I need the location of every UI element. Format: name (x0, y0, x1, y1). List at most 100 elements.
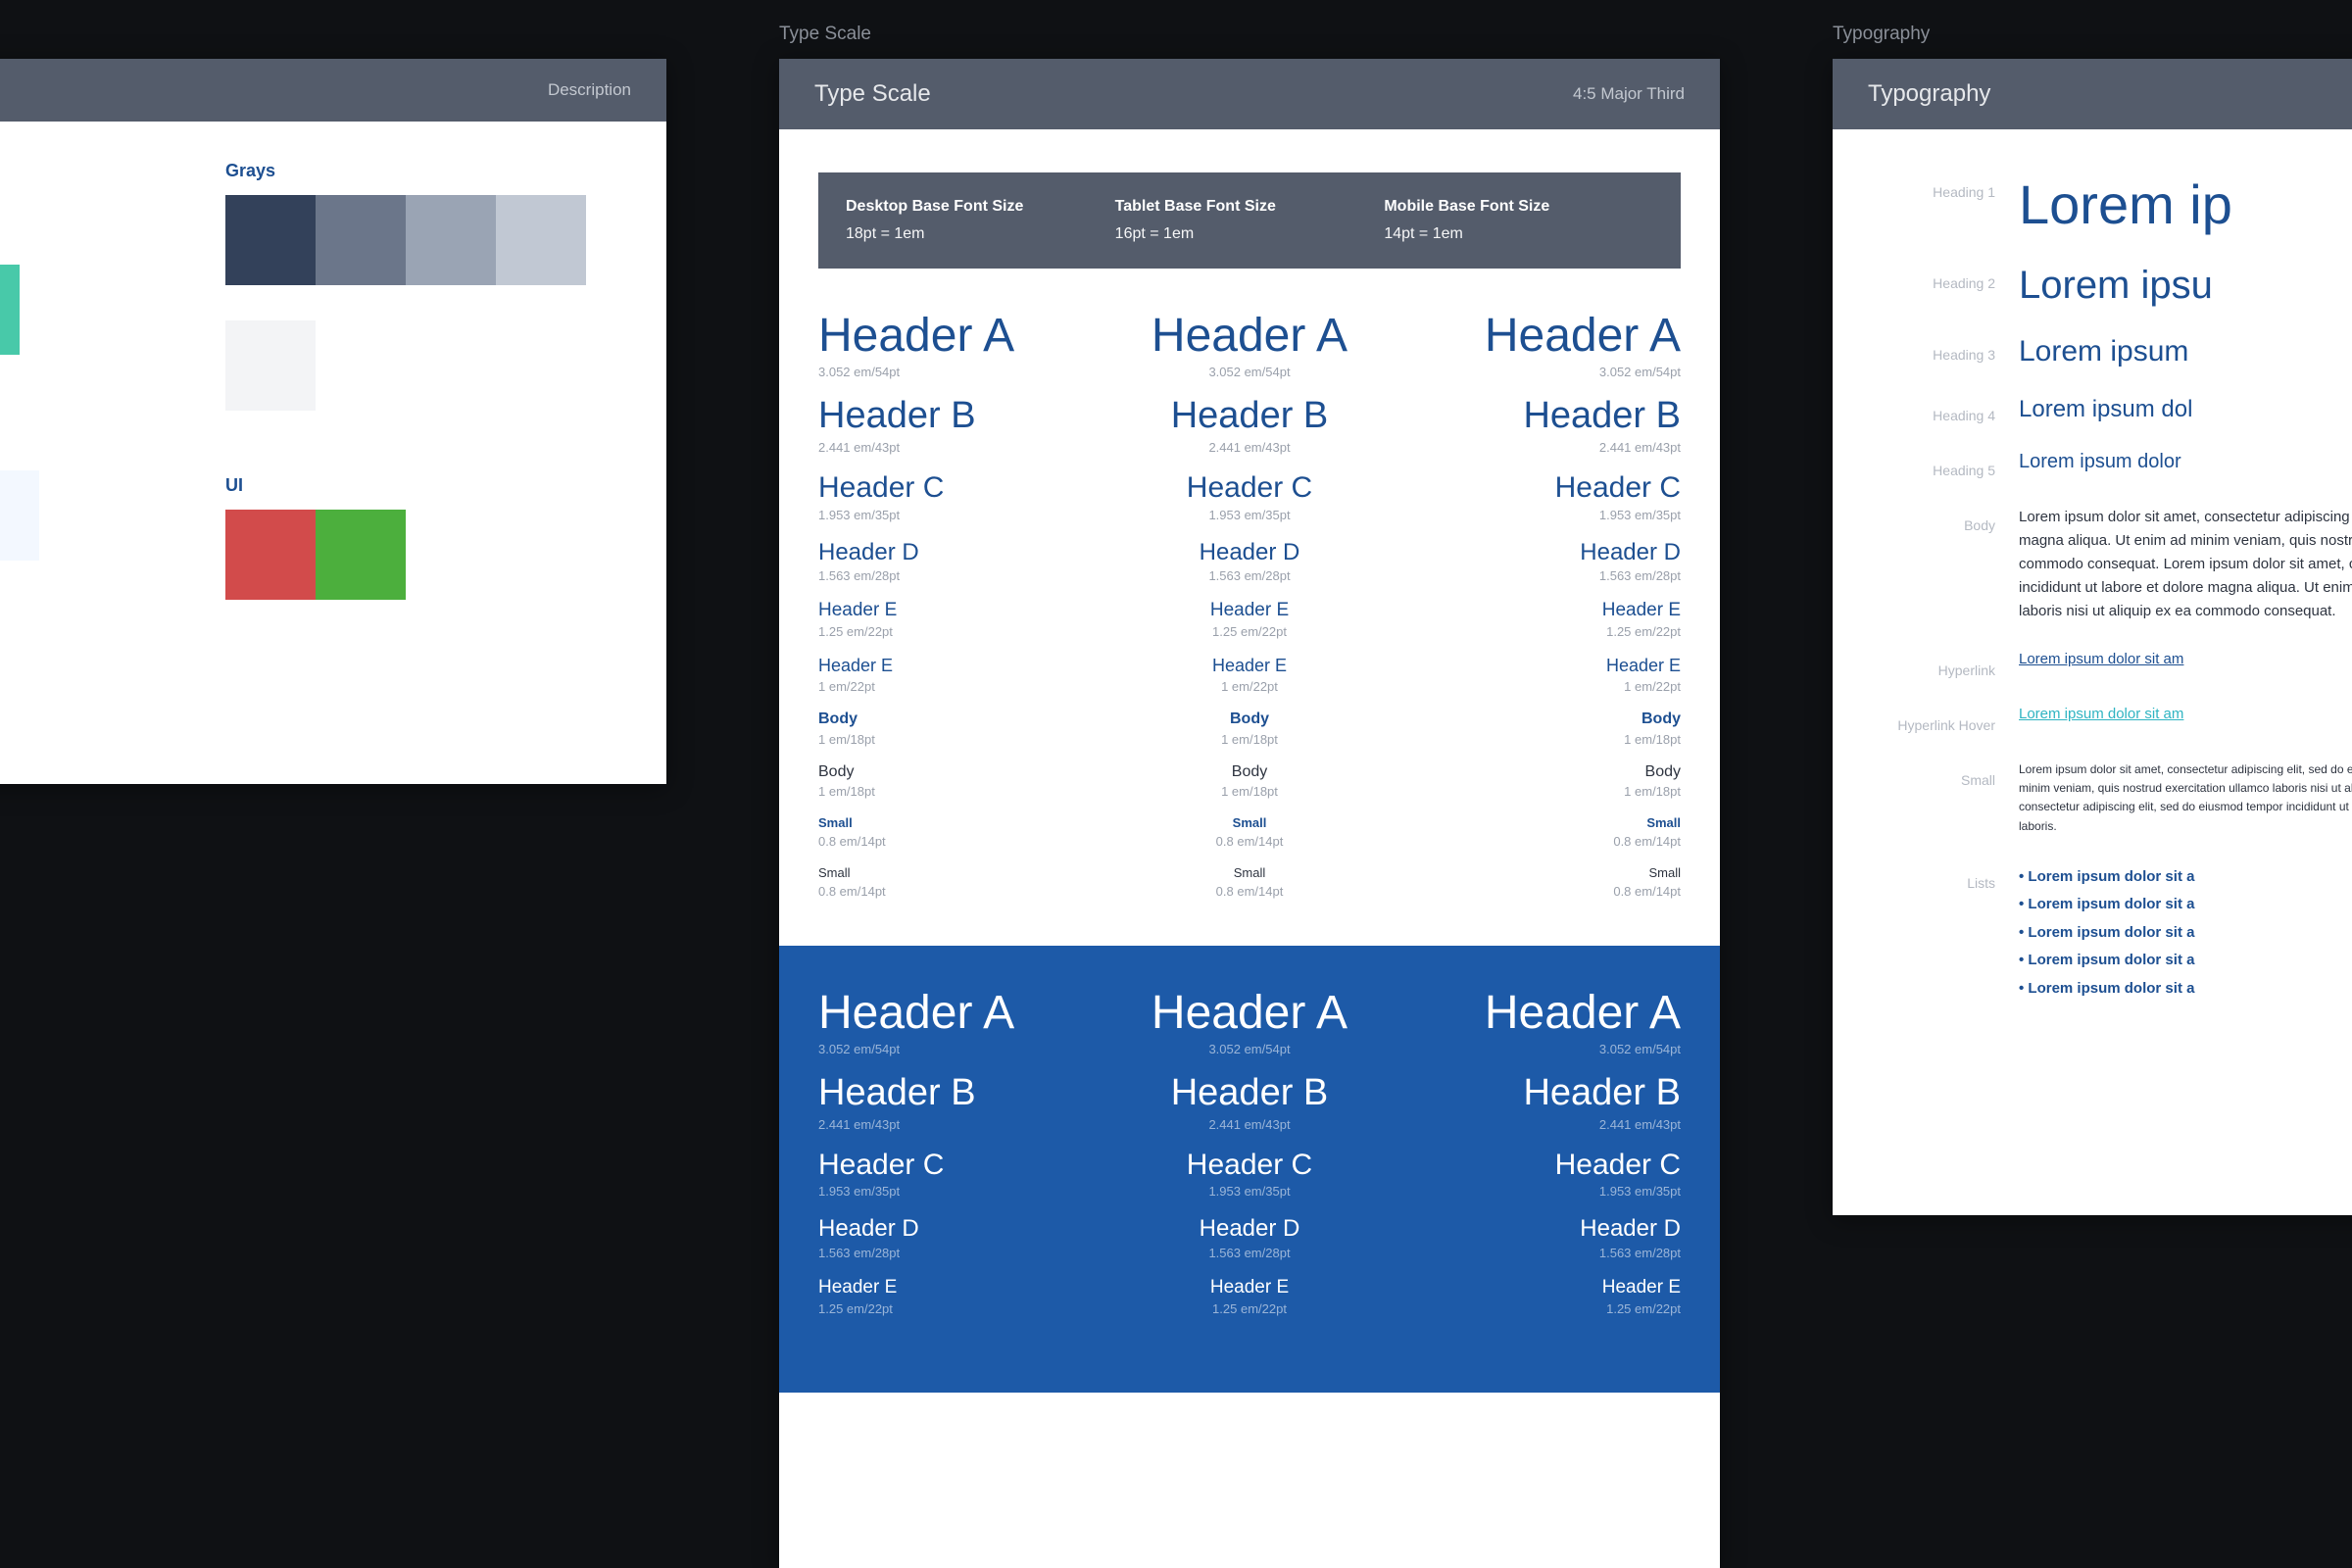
type-sample: Header D (818, 1216, 1093, 1241)
type-sample: Header A (1406, 312, 1681, 361)
type-sample-sub: 3.052 em/54pt (1112, 365, 1387, 379)
heading-sample: Lorem ipsum dolor (2019, 451, 2181, 478)
type-sample: Body (1112, 764, 1387, 781)
type-sample-sub: 0.8 em/14pt (1112, 884, 1387, 899)
heading-sample: Lorem ipsum dol (2019, 396, 2192, 423)
typography-row-label: Hyperlink Hover (1882, 706, 2019, 733)
swatch (225, 320, 316, 411)
type-sample: Body (818, 764, 1093, 781)
type-sample: Header E (818, 1278, 1093, 1298)
type-sample-sub: 1.25 em/22pt (818, 1301, 1093, 1316)
typography-row: HyperlinkLorem ipsum dolor sit am (1882, 651, 2352, 678)
swatch-pale-blue (0, 470, 39, 561)
artboard-header: Description (0, 59, 666, 122)
type-sample: Body (818, 711, 1093, 728)
swatch (316, 195, 406, 285)
typography-row: Lists• Lorem ipsum dolor sit a • Lorem ip… (1882, 863, 2352, 1004)
typography-row-label: Lists (1882, 863, 2019, 1004)
type-scale-dark-block: Header A3.052 em/54ptHeader B2.441 em/43… (779, 946, 1720, 1393)
artboard-typography: Typography Typography Heading 1Lorem ipH… (1833, 59, 2352, 1215)
swatch (225, 195, 316, 285)
type-sample-sub: 1 em/18pt (818, 784, 1093, 799)
type-sample-sub: 3.052 em/54pt (1406, 365, 1681, 379)
artboard-header: Type Scale 4:5 Major Third (779, 59, 1720, 129)
type-sample: Header A (1112, 989, 1387, 1038)
type-sample-sub: 0.8 em/14pt (1112, 834, 1387, 849)
typography-row: SmallLorem ipsum dolor sit amet, consect… (1882, 760, 2352, 836)
header-right-label: Description (548, 80, 631, 100)
type-sample-sub: 1.563 em/28pt (1406, 1246, 1681, 1260)
artboard-label: Typography (1833, 24, 1930, 45)
base-size-column: Desktop Base Font Size18pt = 1em (846, 198, 1115, 243)
type-sample-sub: 1 em/18pt (1112, 732, 1387, 747)
type-sample: Header D (1406, 540, 1681, 564)
type-scale-column: Header A3.052 em/54ptHeader B2.441 em/43… (1406, 989, 1681, 1334)
swatch (316, 510, 406, 600)
body-sample: Lorem ipsum dolor sit amet, consectetur … (2019, 506, 2352, 623)
swatch-teal (0, 265, 20, 355)
typography-row: Heading 2Lorem ipsu (1882, 264, 2352, 308)
typography-row-label: Heading 1 (1882, 172, 2019, 236)
section-label-ui: UI (225, 475, 617, 496)
type-sample: Body (1112, 711, 1387, 728)
typography-row-label: Body (1882, 506, 2019, 623)
heading-sample: Lorem ip (2019, 172, 2232, 236)
typography-row: Heading 1Lorem ip (1882, 172, 2352, 236)
type-sample-sub: 1.563 em/28pt (818, 1246, 1093, 1260)
type-sample: Header B (1406, 397, 1681, 436)
type-sample: Header E (1406, 1278, 1681, 1298)
type-sample-sub: 1.25 em/22pt (1406, 1301, 1681, 1316)
type-sample: Header D (818, 540, 1093, 564)
type-sample: Body (1406, 711, 1681, 728)
type-sample: Header C (818, 472, 1093, 504)
type-sample: Header E (1112, 601, 1387, 620)
typography-row-label: Heading 3 (1882, 335, 2019, 368)
artboard-description: Description Grays UI (0, 59, 666, 784)
type-sample-sub: 1.25 em/22pt (1406, 624, 1681, 639)
typography-row-label: Hyperlink (1882, 651, 2019, 678)
artboard-header: Typography (1833, 59, 2352, 129)
swatch (225, 510, 316, 600)
type-sample-sub: 1.953 em/35pt (818, 508, 1093, 522)
type-sample: Header E (1112, 657, 1387, 675)
typography-row-label: Heading 5 (1882, 451, 2019, 478)
type-sample: Header A (1406, 989, 1681, 1038)
type-sample-sub: 1 em/18pt (1112, 784, 1387, 799)
swatch (496, 195, 586, 285)
typography-row: Heading 5Lorem ipsum dolor (1882, 451, 2352, 478)
type-sample: Header D (1112, 1216, 1387, 1241)
type-sample-sub: 0.8 em/14pt (818, 884, 1093, 899)
type-sample: Small (818, 866, 1093, 880)
type-sample: Header B (818, 397, 1093, 436)
type-sample: Header D (1112, 540, 1387, 564)
type-sample: Header A (818, 312, 1093, 361)
type-sample-sub: 1 em/22pt (1112, 679, 1387, 694)
type-sample: Header A (818, 989, 1093, 1038)
type-scale-column: Header A3.052 em/54ptHeader B2.441 em/43… (1406, 312, 1681, 916)
type-sample: Header A (1112, 312, 1387, 361)
type-sample: Header E (818, 601, 1093, 620)
type-sample-sub: 1 em/18pt (818, 732, 1093, 747)
hyperlink-hover-sample: Lorem ipsum dolor sit am (2019, 706, 2183, 733)
type-sample: Small (1406, 816, 1681, 830)
swatch-row-grays (225, 195, 617, 285)
type-sample: Header D (1406, 1216, 1681, 1241)
typography-row-label: Small (1882, 760, 2019, 836)
type-sample-sub: 1.25 em/22pt (1112, 1301, 1387, 1316)
list-item: • Lorem ipsum dolor sit a (2019, 863, 2194, 892)
type-sample-sub: 3.052 em/54pt (818, 365, 1093, 379)
swatch-row-grays-2 (225, 320, 617, 411)
type-sample-sub: 1.25 em/22pt (1112, 624, 1387, 639)
type-sample-sub: 1.563 em/28pt (818, 568, 1093, 583)
type-scale-column: Header A3.052 em/54ptHeader B2.441 em/43… (1112, 989, 1387, 1334)
list-item: • Lorem ipsum dolor sit a (2019, 947, 2194, 975)
type-scale-column: Header A3.052 em/54ptHeader B2.441 em/43… (818, 989, 1093, 1334)
type-ratio: 4:5 Major Third (1573, 84, 1685, 104)
type-sample-sub: 2.441 em/43pt (818, 1117, 1093, 1132)
heading-sample: Lorem ipsum (2019, 335, 2188, 368)
type-sample-sub: 1 em/18pt (1406, 784, 1681, 799)
type-sample: Header C (818, 1150, 1093, 1181)
type-sample-sub: 1.953 em/35pt (818, 1184, 1093, 1199)
type-sample: Small (1406, 866, 1681, 880)
type-sample-sub: 1 em/18pt (1406, 732, 1681, 747)
